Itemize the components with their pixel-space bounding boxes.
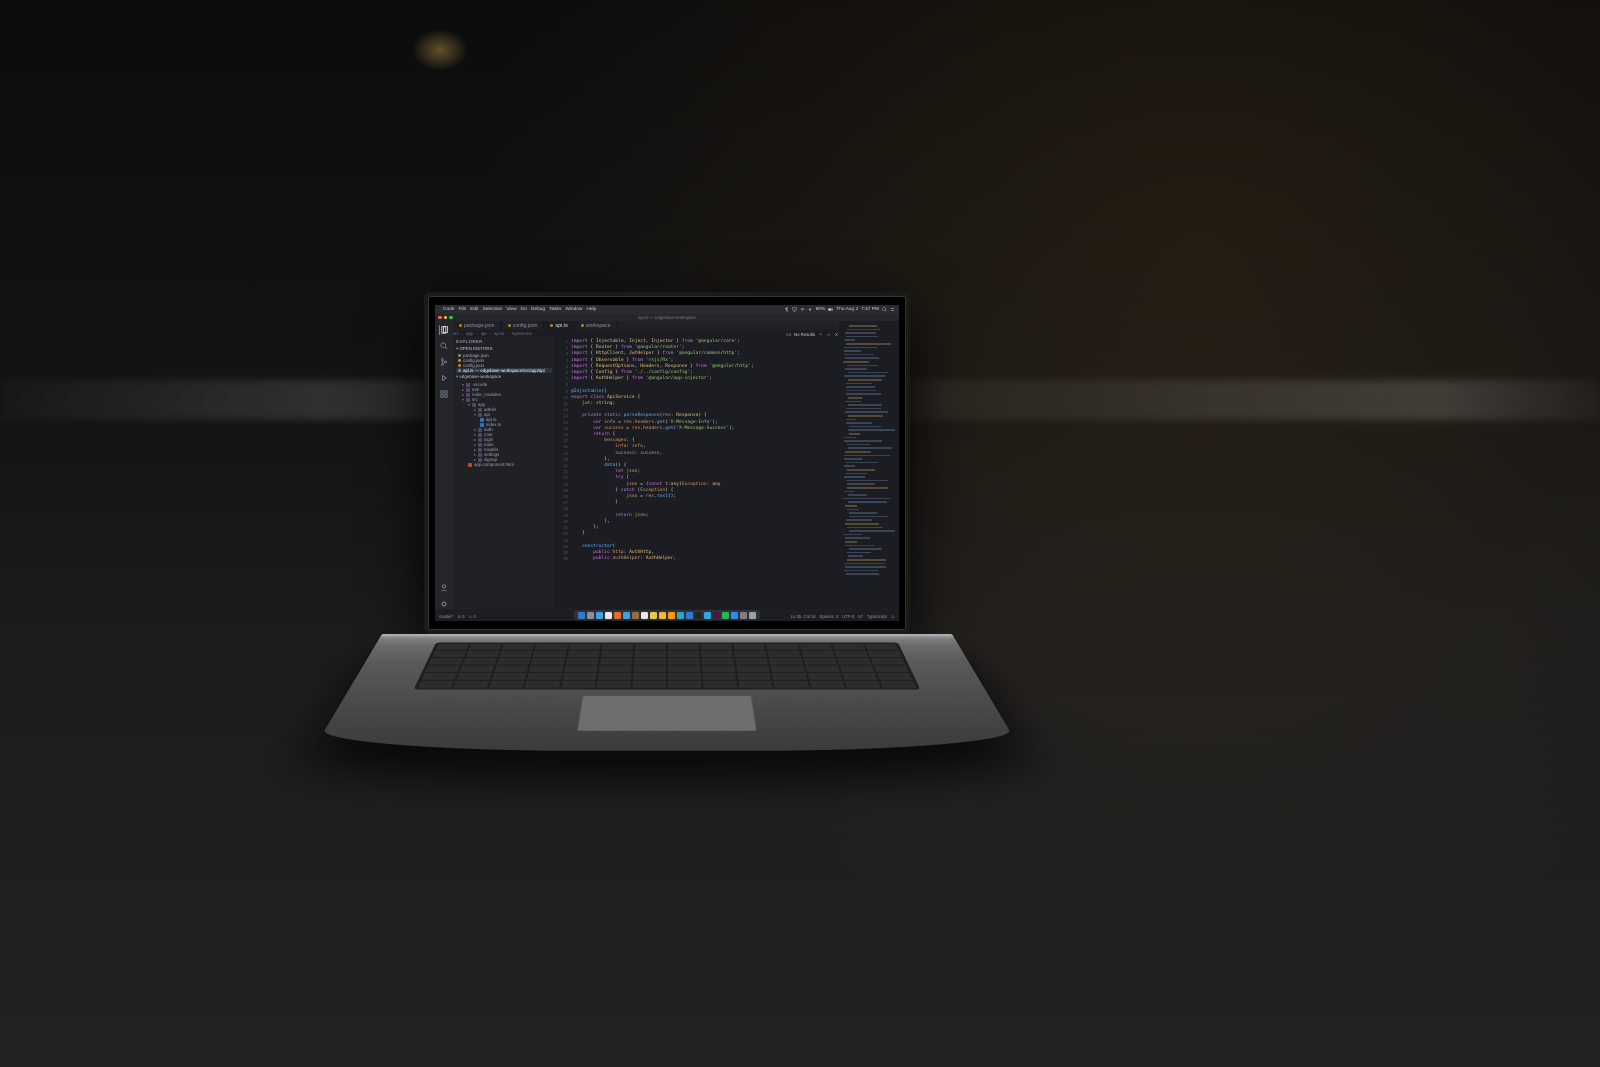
dock-app-safari[interactable] — [596, 612, 603, 619]
dock-app-notes[interactable] — [650, 612, 657, 619]
activity-bar[interactable] — [435, 321, 453, 609]
menubar-date[interactable]: Thu Aug 2 — [836, 307, 858, 312]
find-no-results: No Results — [794, 332, 815, 337]
battery-percent[interactable]: 80% — [816, 307, 826, 312]
dock-app-illustrator[interactable] — [668, 612, 675, 619]
code-content[interactable]: import { Injectable, Inject, Injector } … — [571, 337, 839, 609]
window-zoom-icon[interactable] — [449, 316, 453, 320]
airplay-icon[interactable] — [792, 307, 797, 312]
editor-tab[interactable]: workspace — [575, 321, 618, 330]
breadcrumb-segment[interactable]: api — [481, 331, 487, 336]
breadcrumb-segment[interactable]: api.ts — [494, 331, 504, 336]
menu-tasks[interactable]: Tasks — [549, 307, 561, 312]
editor-tab[interactable]: api.ts — [544, 321, 574, 330]
open-editor-item[interactable]: api.ts — edgebase-workspace/src/app/api — [456, 368, 552, 373]
breadcrumbs[interactable]: src›app›api›api.ts›ApiService — [453, 330, 532, 337]
editor-tab[interactable]: package.json — [453, 321, 502, 330]
breadcrumb-segment[interactable]: ApiService — [512, 331, 533, 336]
window-close-icon[interactable] — [438, 316, 442, 320]
chevron-up-icon[interactable] — [818, 332, 823, 337]
statusbar-left[interactable]: master* ⊘ 0 ⚠ 0 — [439, 614, 476, 619]
control-center-icon[interactable] — [890, 307, 895, 312]
search-icon[interactable] — [439, 341, 449, 351]
dock-app-photoshop[interactable] — [677, 612, 684, 619]
dock-app-appstore[interactable] — [731, 612, 738, 619]
bluetooth-icon[interactable] — [784, 307, 789, 312]
macos-screen: Code File Edit Selection View Go Debug T… — [435, 305, 899, 621]
statusbar-item[interactable]: master* — [439, 614, 453, 619]
dock-app-vscode[interactable] — [686, 612, 693, 619]
macos-dock-area: master* ⊘ 0 ⚠ 0 Ln 35, Col 18 Spaces: 4UTF-… — [435, 609, 899, 621]
dock-app-contacts[interactable] — [632, 612, 639, 619]
window-minimize-icon[interactable] — [444, 316, 448, 320]
dock-app-launchpad[interactable] — [587, 612, 594, 619]
source-control-icon[interactable] — [439, 357, 449, 367]
menu-edit[interactable]: Edit — [470, 307, 478, 312]
statusbar-item[interactable]: LF — [858, 614, 863, 619]
statusbar-right[interactable]: Ln 35, Col 18 Spaces: 4UTF-8 LF TypeScript ☺ — [791, 614, 895, 619]
dock-app-terminal[interactable] — [695, 612, 702, 619]
explorer-icon[interactable] — [439, 325, 449, 335]
menu-window[interactable]: Window — [565, 307, 582, 312]
editor-tabstrip[interactable]: package.jsonconfig.jsonapi.tsworkspace — [453, 321, 839, 330]
dock-app-finder[interactable] — [578, 612, 585, 619]
laptop-bezel: Code File Edit Selection View Go Debug T… — [424, 292, 910, 634]
menu-debug[interactable]: Debug — [531, 307, 545, 312]
dock-app-skype[interactable] — [704, 612, 711, 619]
menu-view[interactable]: View — [506, 307, 516, 312]
laptop-keyboard — [414, 643, 921, 690]
line-gutter: 1234567891011121314151617181920212223242… — [555, 337, 571, 609]
menubar-app-name[interactable]: Code — [443, 307, 454, 312]
open-editors-section[interactable]: ▾ OPEN EDITORS — [456, 346, 552, 352]
spotlight-icon[interactable] — [882, 307, 887, 312]
dock-app-chrome[interactable] — [605, 612, 612, 619]
editor-tab[interactable]: config.json — [502, 321, 545, 330]
menu-help[interactable]: Help — [586, 307, 596, 312]
menu-go[interactable]: Go — [521, 307, 527, 312]
statusbar-item[interactable]: UTF-8 — [842, 614, 854, 619]
gear-icon[interactable] — [439, 599, 449, 609]
debug-icon[interactable] — [439, 373, 449, 383]
dock-app-preferences[interactable] — [740, 612, 747, 619]
dock-app-firefox[interactable] — [614, 612, 621, 619]
accounts-icon[interactable] — [439, 583, 449, 593]
statusbar-item[interactable]: ⊘ 0 — [457, 614, 464, 619]
laptop-base — [312, 634, 1021, 751]
workspace-root[interactable]: ▾ edgebase-workspace — [456, 374, 552, 380]
volume-icon[interactable] — [808, 307, 813, 312]
dock-app-trash[interactable] — [749, 612, 756, 619]
window-title: api.ts — edgebase-workspace — [638, 315, 696, 320]
extensions-icon[interactable] — [439, 389, 449, 399]
tree-file[interactable]: app.component.html — [456, 462, 552, 467]
statusbar-item[interactable]: Ln 35, Col 18 — [791, 614, 816, 619]
macos-dock[interactable] — [574, 610, 760, 620]
statusbar-item[interactable]: ☺ — [891, 614, 895, 619]
dock-app-spotify[interactable] — [722, 612, 729, 619]
macos-menubar[interactable]: Code File Edit Selection View Go Debug T… — [435, 305, 899, 314]
statusbar-item[interactable]: ⚠ 0 — [468, 614, 475, 619]
laptop: Code File Edit Selection View Go Debug T… — [424, 292, 910, 834]
minimap[interactable] — [839, 321, 899, 609]
menubar-time[interactable]: 7:47 PM — [861, 307, 879, 312]
wifi-icon[interactable] — [800, 307, 805, 312]
vscode-titlebar: api.ts — edgebase-workspace — [435, 314, 899, 321]
sidebar-title: EXPLORER — [456, 339, 552, 344]
code-editor[interactable]: 1234567891011121314151617181920212223242… — [555, 337, 839, 609]
statusbar-item[interactable]: TypeScript — [867, 614, 887, 619]
dock-app-sketch[interactable] — [659, 612, 666, 619]
explorer-sidebar[interactable]: EXPLORER ▾ OPEN EDITORS package.jsonconf… — [453, 337, 555, 609]
menu-selection[interactable]: Selection — [482, 307, 502, 312]
laptop-trackpad — [577, 695, 757, 731]
breadcrumb-segment[interactable]: src — [453, 331, 459, 336]
menu-file[interactable]: File — [458, 307, 466, 312]
dock-app-slack[interactable] — [713, 612, 720, 619]
breadcrumb-segment[interactable]: app — [466, 331, 473, 336]
battery-icon[interactable] — [828, 307, 833, 312]
statusbar-item[interactable]: Spaces: 4 — [820, 614, 839, 619]
dock-app-mail[interactable] — [623, 612, 630, 619]
chevron-down-icon[interactable] — [826, 332, 831, 337]
dock-app-calendar[interactable] — [641, 612, 648, 619]
